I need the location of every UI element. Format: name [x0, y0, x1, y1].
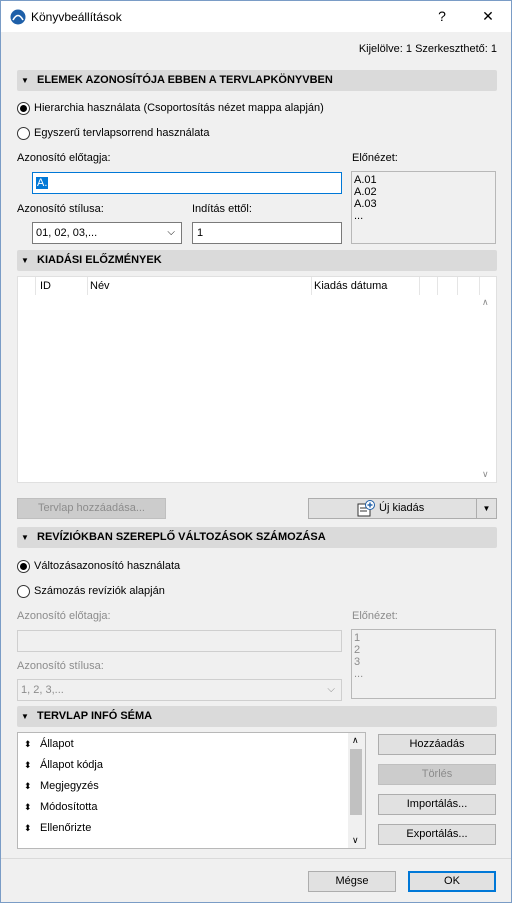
- sheet-info-scrollbar[interactable]: ∧ ∨: [348, 733, 365, 848]
- collapse-triangle-icon: ▼: [21, 76, 29, 85]
- new-issue-label: Új kiadás: [379, 502, 425, 514]
- close-button[interactable]: ✕: [465, 1, 511, 32]
- collapse-triangle-icon: ▼: [21, 256, 29, 265]
- scroll-up-icon[interactable]: ∧: [482, 297, 489, 308]
- sheet-info-list[interactable]: ⬍ Állapot ⬍ Állapot kódja ⬍ Megjegyzés ⬍ Mód…: [17, 732, 366, 849]
- identification-preview: A.01 A.02 A.03 ...: [351, 171, 496, 244]
- preview-line: 1: [354, 632, 361, 644]
- revision-style-label: Azonosító stílusa:: [17, 660, 104, 672]
- column-header-name[interactable]: Név: [88, 277, 312, 295]
- preview-line: 2: [354, 644, 361, 656]
- drag-handle-icon[interactable]: ⬍: [24, 734, 40, 755]
- section-title: TERVLAP INFÓ SÉMA: [37, 710, 153, 722]
- list-item[interactable]: ⬍ Megjegyzés: [24, 776, 99, 797]
- issue-history-scrollbar[interactable]: ∧ ∨: [479, 295, 496, 482]
- section-identification-header[interactable]: ▼ ELEMEK AZONOSÍTÓJA EBBEN A TERVLAPKÖNY…: [17, 70, 497, 91]
- section-title: ELEMEK AZONOSÍTÓJA EBBEN A TERVLAPKÖNYVB…: [37, 74, 333, 86]
- style-select-value: 01, 02, 03,...: [36, 227, 98, 239]
- scroll-up-icon[interactable]: ∧: [352, 735, 359, 746]
- column-header-extra: [458, 277, 480, 295]
- section-sheet-info-header[interactable]: ▼ TERVLAP INFÓ SÉMA: [17, 706, 497, 727]
- prefix-value: A.: [36, 177, 49, 189]
- list-item[interactable]: ⬍ Állapot: [24, 734, 74, 755]
- app-icon: [10, 9, 26, 25]
- new-issue-button[interactable]: Új kiadás ▼: [308, 498, 497, 519]
- chevron-down-icon: ⌵: [167, 227, 175, 238]
- preview-line: 3: [354, 656, 361, 668]
- radio-simple-order[interactable]: [17, 127, 30, 140]
- radio-hierarchy-label: Hierarchia használata (Csoportosítás néz…: [34, 102, 324, 114]
- section-revision-header[interactable]: ▼ REVÍZIÓKBAN SZEREPLŐ VÁLTOZÁSOK SZÁMOZ…: [17, 527, 497, 548]
- style-label: Azonosító stílusa:: [17, 203, 104, 215]
- section-title: KIADÁSI ELŐZMÉNYEK: [37, 254, 162, 266]
- scroll-thumb[interactable]: [350, 749, 362, 815]
- revision-style-select[interactable]: 1, 2, 3,... ⌵: [17, 679, 342, 701]
- column-header-extra: [420, 277, 438, 295]
- new-issue-icon: [357, 500, 375, 517]
- radio-by-revision[interactable]: [17, 585, 30, 598]
- delete-button[interactable]: Törlés: [378, 764, 496, 785]
- preview-label: Előnézet:: [352, 152, 398, 164]
- preview-line: A.01: [354, 174, 377, 186]
- list-item[interactable]: ⬍ Állapot kódja: [24, 755, 103, 776]
- collapse-triangle-icon: ▼: [21, 533, 29, 542]
- window-title: Könyvbeállítások: [31, 10, 122, 24]
- chevron-down-icon: ⌵: [327, 684, 335, 695]
- radio-change-id[interactable]: [17, 560, 30, 573]
- import-button[interactable]: Importálás...: [378, 794, 496, 815]
- list-item[interactable]: ⬍ Ellenőrizte: [24, 818, 91, 839]
- ok-button[interactable]: OK: [408, 871, 496, 892]
- style-select[interactable]: 01, 02, 03,... ⌵: [32, 222, 182, 244]
- add-sheet-button[interactable]: Tervlap hozzáadása...: [17, 498, 166, 519]
- revision-prefix-input[interactable]: [17, 630, 342, 652]
- revision-preview-label: Előnézet:: [352, 610, 398, 622]
- book-settings-dialog: Könyvbeállítások ? ✕ Kijelölve: 1 Szerke…: [0, 0, 512, 903]
- help-button[interactable]: ?: [419, 1, 465, 32]
- issue-history-table[interactable]: ID Név Kiadás dátuma ∧ ∨: [17, 276, 497, 483]
- radio-by-revision-label: Számozás revíziók alapján: [34, 585, 165, 597]
- prefix-input[interactable]: A.: [32, 172, 342, 194]
- selection-info: Kijelölve: 1 Szerkeszthető: 1: [358, 43, 497, 55]
- radio-change-id-label: Változásazonosító használata: [34, 560, 181, 572]
- column-header-date[interactable]: Kiadás dátuma: [312, 277, 420, 295]
- column-header-id[interactable]: ID: [36, 277, 88, 295]
- section-issue-history-header[interactable]: ▼ KIADÁSI ELŐZMÉNYEK: [17, 250, 497, 271]
- drag-handle-icon[interactable]: ⬍: [24, 776, 40, 797]
- start-value: 1: [197, 227, 204, 239]
- column-header-extra: [438, 277, 458, 295]
- prefix-label: Azonosító előtagja:: [17, 152, 111, 164]
- scroll-down-icon[interactable]: ∨: [482, 469, 489, 480]
- drag-handle-icon[interactable]: ⬍: [24, 797, 40, 818]
- preview-line: ...: [354, 668, 364, 680]
- title-bar[interactable]: Könyvbeállítások ? ✕: [1, 1, 511, 32]
- preview-line: ...: [354, 210, 364, 222]
- cancel-button[interactable]: Mégse: [308, 871, 396, 892]
- column-header-marker: [18, 277, 36, 295]
- collapse-triangle-icon: ▼: [21, 712, 29, 721]
- start-input[interactable]: 1: [192, 222, 342, 244]
- drag-handle-icon[interactable]: ⬍: [24, 818, 40, 839]
- radio-simple-order-label: Egyszerű tervlapsorrend használata: [34, 127, 210, 139]
- revision-prefix-label: Azonosító előtagja:: [17, 610, 111, 622]
- radio-hierarchy[interactable]: [17, 102, 30, 115]
- revision-preview: 1 2 3 ...: [351, 629, 496, 699]
- new-issue-dropdown-icon[interactable]: ▼: [476, 499, 496, 518]
- section-title: REVÍZIÓKBAN SZEREPLŐ VÁLTOZÁSOK SZÁMOZÁS…: [37, 531, 326, 543]
- preview-line: A.02: [354, 186, 377, 198]
- add-button[interactable]: Hozzáadás: [378, 734, 496, 755]
- export-button[interactable]: Exportálás...: [378, 824, 496, 845]
- preview-line: A.03: [354, 198, 377, 210]
- start-label: Indítás ettől:: [192, 203, 252, 215]
- scroll-down-icon[interactable]: ∨: [352, 835, 359, 846]
- list-item[interactable]: ⬍ Módosította: [24, 797, 97, 818]
- revision-style-value: 1, 2, 3,...: [21, 684, 64, 696]
- footer-divider: [1, 858, 511, 859]
- drag-handle-icon[interactable]: ⬍: [24, 755, 40, 776]
